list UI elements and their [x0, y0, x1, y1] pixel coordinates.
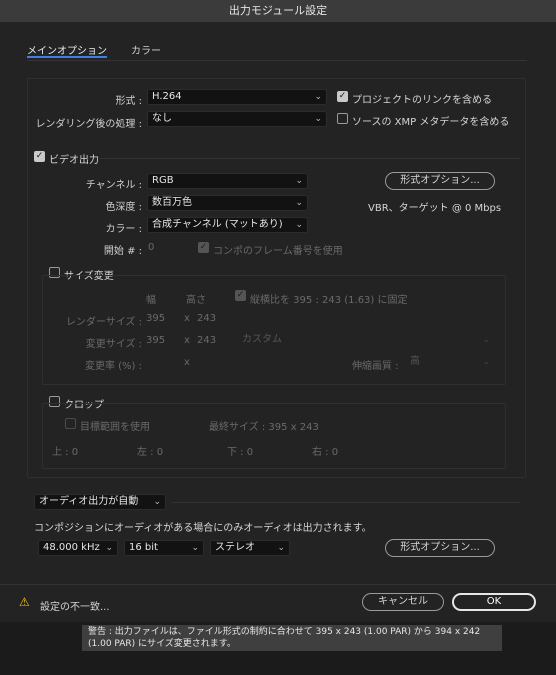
quality-select: 高 ⌄ [410, 356, 490, 367]
tab-active-indicator [27, 56, 107, 58]
video-output-rule [100, 158, 520, 159]
chevron-down-icon: ⌄ [153, 497, 161, 507]
video-output-checkbox[interactable]: ✓ [34, 151, 45, 162]
roi-label: 目標範囲を使用 [80, 422, 150, 433]
audio-rate-select[interactable]: 48.000 kHz ⌄ [38, 540, 118, 556]
channels-label: チャンネル : [85, 180, 142, 191]
chevron-down-icon: ⌄ [295, 198, 303, 208]
crop-panel [42, 403, 506, 469]
audio-rule [172, 502, 520, 503]
tooltip-line-2: (1.00 PAR) にサイズ変更されます。 [88, 639, 236, 649]
video-output-label: ビデオ出力 [49, 155, 99, 166]
format-select[interactable]: H.264 ⌄ [147, 89, 327, 105]
audio-channels-select[interactable]: ステレオ ⌄ [210, 540, 290, 556]
height-header: 高さ [186, 295, 206, 306]
chevron-down-icon: ⌄ [191, 543, 199, 553]
chevron-down-icon: ⌄ [295, 220, 303, 230]
chevron-down-icon: ⌄ [482, 357, 490, 367]
resize-height: 243 [197, 335, 217, 346]
warning-icon: ⚠ [19, 595, 30, 609]
audio-bits-select[interactable]: 16 bit ⌄ [124, 540, 204, 556]
resize-preset-select: カスタム ⌄ [242, 334, 490, 345]
crop-right: 右 : 0 [312, 447, 339, 458]
width-header: 幅 [146, 295, 156, 306]
resize-x: x [184, 335, 190, 346]
crop-left: 左 : 0 [137, 447, 164, 458]
color-label: カラー : [105, 224, 142, 235]
channels-select[interactable]: RGB ⌄ [147, 173, 308, 189]
tab-main-options[interactable]: メインオプション [27, 42, 107, 57]
lock-aspect-label: 縦横比を 395 : 243 (1.63) に固定 [250, 295, 408, 306]
window-title: 出力モジュール設定 [0, 0, 556, 23]
quality-label: 伸縮画質 : [352, 361, 399, 372]
tab-color[interactable]: カラー [131, 42, 161, 57]
depth-label: 色深度 : [105, 202, 142, 213]
include-project-link-checkbox[interactable]: ✓ [337, 91, 348, 102]
render-x: x [184, 313, 190, 324]
ok-button[interactable]: OK [452, 593, 536, 611]
footer-divider [0, 584, 556, 585]
video-summary: VBR、ターゲット @ 0 Mbps [368, 203, 502, 214]
video-format-options-button[interactable]: 形式オプション... [385, 172, 495, 190]
crop-top: 上 : 0 [52, 447, 79, 458]
depth-select[interactable]: 数百万色 ⌄ [147, 195, 308, 211]
tab-divider [27, 60, 527, 61]
chevron-down-icon: ⌄ [314, 92, 322, 102]
chevron-down-icon: ⌄ [105, 543, 113, 553]
include-xmp-label: ソースの XMP メタデータを含める [352, 117, 510, 128]
tooltip-line-1: 警告 : 出力ファイルは、ファイル形式の制約に合わせて 395 x 243 (1… [88, 627, 481, 637]
cancel-button[interactable]: キャンセル [362, 593, 444, 611]
render-size-label: レンダーサイズ : [65, 317, 142, 328]
chevron-down-icon: ⌄ [295, 176, 303, 186]
post-render-label: レンダリング後の処理 : [35, 119, 142, 130]
chevron-down-icon: ⌄ [277, 543, 285, 553]
roi-checkbox [65, 418, 76, 429]
include-project-link-label: プロジェクトのリンクを含める [352, 95, 492, 106]
chevron-down-icon: ⌄ [482, 335, 490, 345]
final-size: 最終サイズ : 395 x 243 [209, 422, 319, 433]
format-label: 形式 : [115, 96, 142, 107]
audio-format-options-button[interactable]: 形式オプション... [385, 539, 495, 557]
comp-frame-label: コンポのフレーム番号を使用 [213, 246, 343, 257]
crop-bottom: 下 : 0 [227, 447, 254, 458]
render-height: 243 [197, 313, 217, 324]
start-label: 開始 # : [103, 246, 142, 257]
comp-frame-checkbox: ✓ [198, 242, 209, 253]
resize-width: 395 [146, 335, 166, 346]
warning-tooltip: 警告 : 出力ファイルは、ファイル形式の制約に合わせて 395 x 243 (1… [82, 625, 502, 651]
start-value: 0 [148, 242, 155, 253]
audio-mode-select[interactable]: オーディオ出力が自動 ⌄ [34, 494, 166, 510]
render-width: 395 [146, 313, 166, 324]
chevron-down-icon: ⌄ [314, 114, 322, 124]
post-render-select[interactable]: なし ⌄ [147, 111, 327, 127]
lock-aspect-checkbox: ✓ [235, 290, 246, 301]
mismatch-warning[interactable]: 設定の不一致... [40, 598, 110, 613]
audio-note: コンポジションにオーディオがある場合にのみオーディオは出力されます。 [34, 523, 372, 534]
percent-label: 変更率 (%) : [84, 361, 142, 372]
color-select[interactable]: 合成チャンネル (マットあり) ⌄ [147, 217, 308, 233]
percent-x: x [184, 357, 190, 368]
resize-to-label: 変更サイズ : [85, 339, 142, 350]
include-xmp-checkbox[interactable] [337, 113, 348, 124]
